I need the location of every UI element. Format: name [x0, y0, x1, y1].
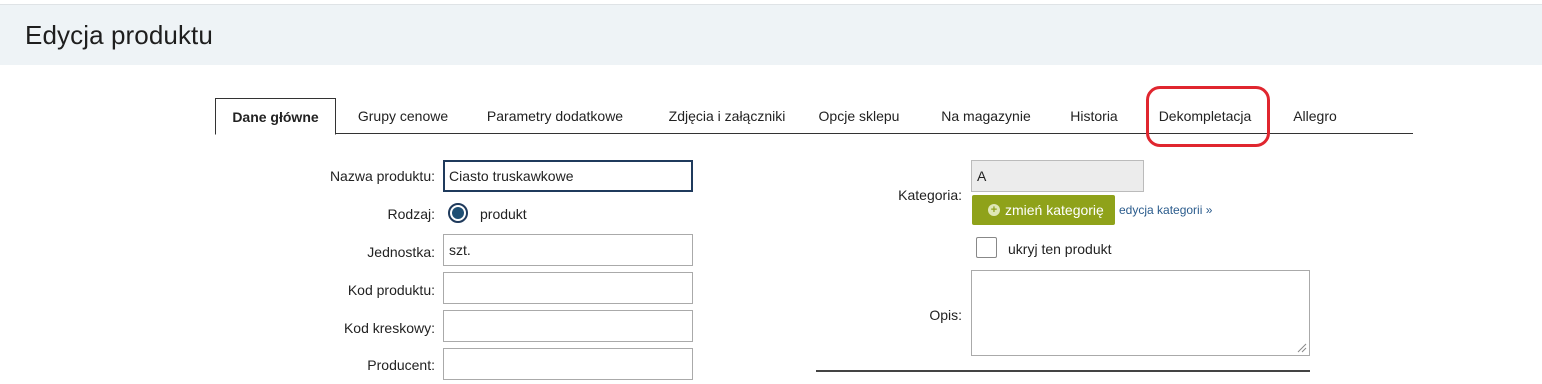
hide-product-label: ukryj ten produkt	[1008, 241, 1112, 257]
edit-category-link[interactable]: edycja kategorii »	[1119, 203, 1212, 217]
resize-handle-icon[interactable]	[1297, 343, 1307, 353]
change-category-button[interactable]: + zmień kategorię	[972, 195, 1115, 225]
change-category-label: zmień kategorię	[1005, 202, 1104, 218]
product-code-label: Kod produktu:	[347, 282, 435, 298]
producer-label: Producent:	[367, 357, 435, 373]
barcode-input[interactable]	[443, 310, 693, 342]
category-input: A	[971, 160, 1144, 192]
description-label: Opis:	[929, 307, 962, 323]
section-divider	[816, 370, 1310, 372]
tab-parametry-dodatkowe[interactable]: Parametry dodatkowe	[475, 98, 635, 134]
producer-input[interactable]	[443, 348, 693, 380]
type-label: Rodzaj:	[387, 206, 435, 222]
tab-na-magazynie[interactable]: Na magazynie	[931, 98, 1041, 134]
tab-dekompletacja[interactable]: Dekompletacja	[1155, 98, 1255, 134]
type-option-label: produkt	[480, 206, 527, 222]
category-label: Kategoria:	[898, 187, 962, 203]
plus-circle-icon: +	[988, 204, 1000, 216]
page-title: Edycja produktu	[25, 20, 213, 50]
product-name-label: Nazwa produktu:	[329, 168, 435, 184]
tab-bar: Dane główne Grupy cenowe Parametry dodat…	[215, 98, 1413, 135]
tab-allegro[interactable]: Allegro	[1287, 98, 1343, 134]
product-code-input[interactable]	[443, 272, 693, 304]
hide-product-checkbox[interactable]	[976, 237, 997, 258]
tab-dane-glowne[interactable]: Dane główne	[215, 98, 336, 135]
barcode-label: Kod kreskowy:	[343, 320, 435, 336]
type-radio-produkt[interactable]	[448, 203, 468, 223]
tab-historia[interactable]: Historia	[1061, 98, 1127, 134]
tab-grupy-cenowe[interactable]: Grupy cenowe	[343, 98, 463, 134]
description-textarea[interactable]	[971, 270, 1310, 356]
tab-zdjecia-i-zalaczniki[interactable]: Zdjęcia i załączniki	[655, 98, 799, 134]
unit-label: Jednostka:	[367, 244, 435, 260]
page-header: Edycja produktu	[0, 5, 1542, 65]
unit-input[interactable]: szt.	[443, 234, 693, 266]
tab-opcje-sklepu[interactable]: Opcje sklepu	[811, 98, 907, 134]
product-name-input[interactable]: Ciasto truskawkowe	[443, 160, 693, 192]
